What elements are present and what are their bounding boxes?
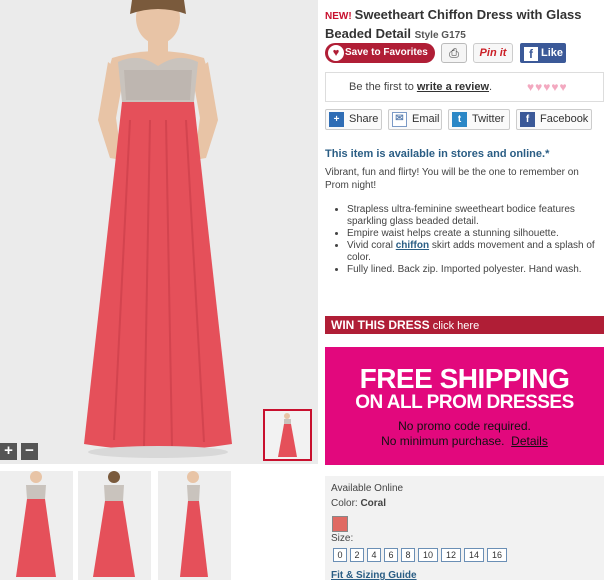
review-suffix: .	[489, 81, 493, 93]
email-label: Email	[412, 113, 440, 125]
alt-view-back-image	[78, 471, 151, 580]
twitter-button[interactable]: t Twitter	[448, 109, 510, 130]
email-button[interactable]: ✉ Email	[388, 109, 442, 130]
facebook-icon: f	[524, 47, 538, 61]
feature-text: Vivid coral	[347, 240, 396, 251]
color-value: Coral	[360, 498, 387, 509]
fit-sizing-guide-link[interactable]: Fit & Sizing Guide	[331, 570, 417, 581]
size-label: Size:	[331, 533, 354, 544]
rating-hearts-icon: ♥♥♥♥♥	[527, 80, 568, 94]
facebook-icon: f	[520, 112, 535, 127]
size-option-8[interactable]: 8	[401, 548, 415, 562]
promo-note: No minimum purchase. Details	[325, 434, 604, 449]
heart-icon: ♥	[328, 45, 344, 61]
purchase-options: Available Online Color: Coral Size: 0246…	[325, 476, 604, 581]
product-description: Vibrant, fun and flirty! You will be the…	[325, 167, 579, 191]
feature-item: Fully lined. Back zip. Imported polyeste…	[347, 264, 603, 276]
style-number: Style G175	[414, 30, 466, 41]
feature-list: Strapless ultra-feminine sweetheart bodi…	[335, 204, 603, 276]
win-title: WIN THIS DRESS	[331, 318, 430, 332]
free-shipping-promo: FREE SHIPPING ON ALL PROM DRESSES No pro…	[325, 347, 604, 465]
dress-model-illustration	[0, 0, 318, 464]
online-availability: Available Online	[331, 483, 404, 494]
product-title: NEW! Sweetheart Chiffon Dress with Glass …	[325, 6, 604, 44]
promo-headline: FREE SHIPPING	[359, 363, 570, 394]
size-option-4[interactable]: 4	[367, 548, 381, 562]
alt-view-front[interactable]	[0, 471, 73, 580]
selected-thumbnail[interactable]	[263, 409, 312, 461]
size-option-16[interactable]: 16	[487, 548, 507, 562]
share-toolbar: + Share ✉ Email t Twitter f Facebook	[325, 109, 604, 130]
size-option-2[interactable]: 2	[350, 548, 364, 562]
chiffon-link[interactable]: chiffon	[396, 240, 429, 251]
review-summary: Be the first to write a review. ♥♥♥♥♥	[325, 72, 604, 102]
zoom-out-button[interactable]: −	[21, 443, 38, 460]
promo-details-link[interactable]: Details	[511, 434, 548, 448]
plus-icon: +	[329, 112, 344, 127]
print-button[interactable]: ⎙	[441, 43, 467, 63]
facebook-like-button[interactable]: f Like	[520, 43, 566, 63]
size-option-6[interactable]: 6	[384, 548, 398, 562]
promo-subheadline: ON ALL PROM DRESSES	[355, 392, 574, 413]
envelope-icon: ✉	[392, 112, 407, 127]
color-label-text: Color:	[331, 498, 361, 509]
alt-view-side-image	[158, 471, 231, 580]
facebook-share-button[interactable]: f Facebook	[516, 109, 592, 130]
pinterest-button[interactable]: Pin it	[473, 43, 513, 63]
facebook-label: Facebook	[540, 113, 589, 125]
twitter-icon: t	[452, 112, 467, 127]
feature-item: Strapless ultra-feminine sweetheart bodi…	[347, 204, 603, 228]
size-option-10[interactable]: 10	[418, 548, 438, 562]
size-option-12[interactable]: 12	[441, 548, 461, 562]
alt-view-back[interactable]	[78, 471, 151, 580]
color-label: Color: Coral	[331, 498, 386, 509]
twitter-label: Twitter	[472, 113, 505, 125]
save-to-favorites-label: Save to Favorites	[345, 47, 428, 58]
win-this-dress-banner[interactable]: WIN THIS DRESS click here	[325, 316, 604, 334]
size-option-0[interactable]: 0	[333, 548, 347, 562]
thumbnail-image	[265, 411, 310, 459]
feature-item: Empire waist helps create a stunning sil…	[347, 228, 603, 240]
save-to-favorites-button[interactable]: ♥ Save to Favorites	[325, 43, 435, 63]
share-button[interactable]: + Share	[325, 109, 382, 130]
printer-icon: ⎙	[449, 46, 459, 60]
feature-item: Vivid coral chiffon skirt adds movement …	[347, 240, 603, 264]
color-swatch-coral[interactable]	[332, 516, 348, 532]
size-option-14[interactable]: 14	[464, 548, 484, 562]
share-label: Share	[349, 113, 379, 125]
alt-view-side[interactable]	[158, 471, 231, 580]
like-label: Like	[541, 47, 564, 59]
promo-note: No promo code required.	[398, 419, 531, 433]
win-click-here: click here	[429, 320, 480, 332]
zoom-in-button[interactable]: +	[0, 443, 17, 460]
review-prompt: Be the first to write a review.	[349, 73, 492, 101]
review-prefix: Be the first to	[349, 81, 417, 93]
write-review-link[interactable]: write a review	[417, 81, 489, 93]
main-product-image[interactable]	[0, 0, 318, 464]
promo-note-text: No minimum purchase.	[381, 434, 505, 448]
new-badge: NEW!	[325, 11, 352, 22]
availability-note: This item is available in stores and onl…	[325, 148, 550, 160]
alt-view-front-image	[0, 471, 73, 580]
